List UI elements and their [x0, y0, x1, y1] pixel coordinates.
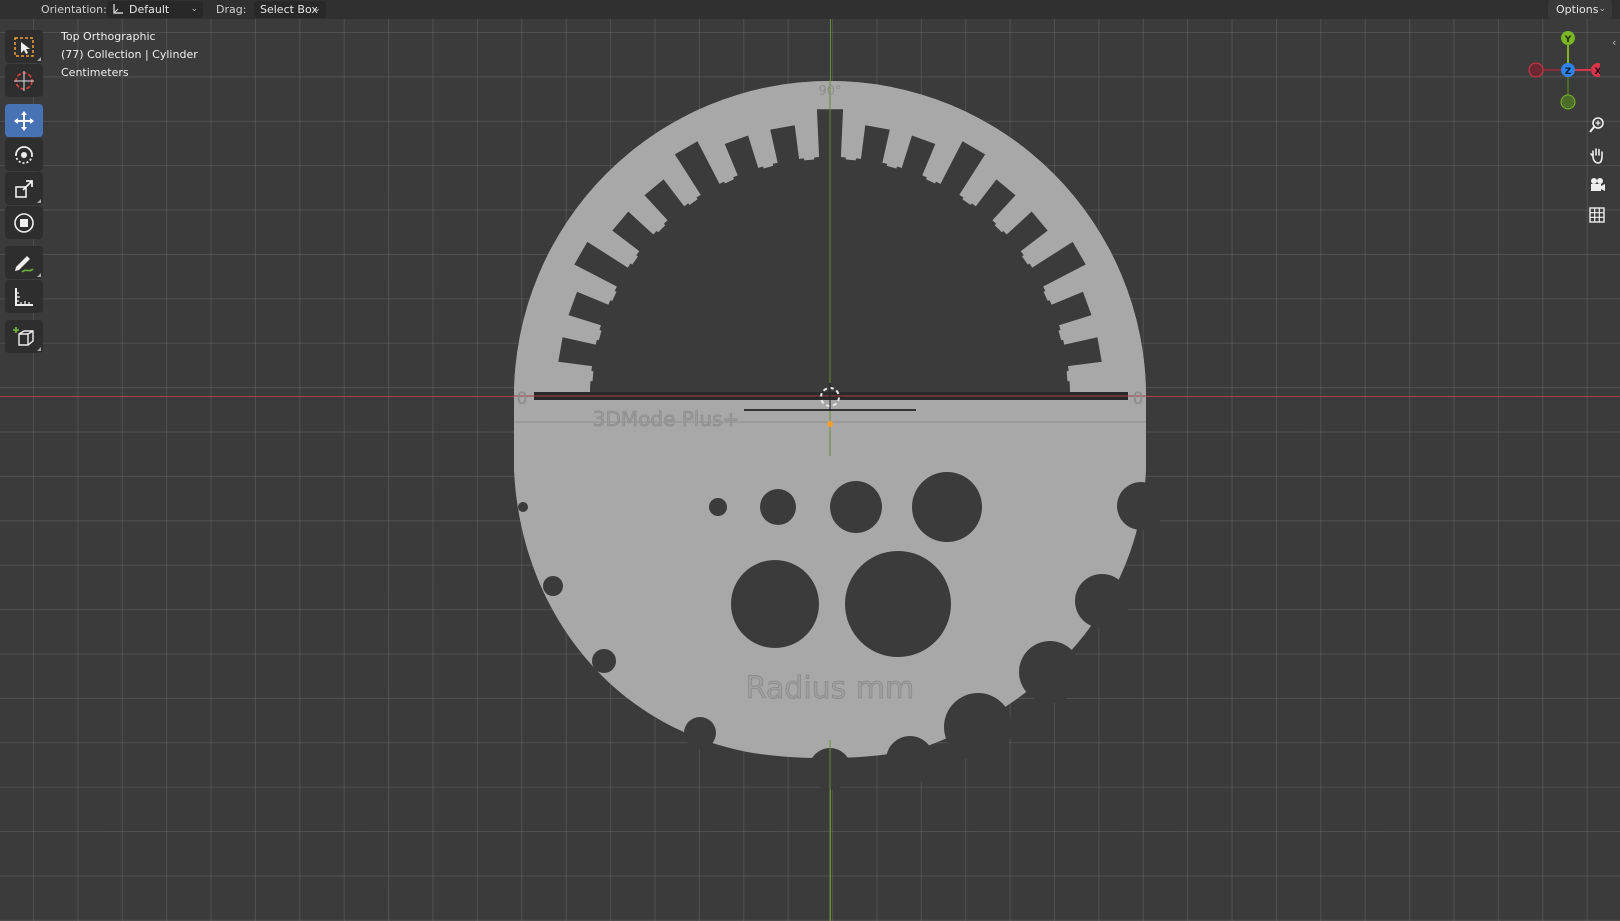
options-button[interactable]: Options ⌄: [1548, 0, 1612, 19]
chevron-down-icon: ⌄: [313, 4, 321, 14]
orientation-dropdown[interactable]: Default ⌄: [107, 1, 203, 18]
cursor-icon: [14, 70, 34, 91]
scale-tool[interactable]: [5, 172, 43, 205]
select-box-icon: [14, 36, 34, 57]
camera-icon: [1591, 178, 1605, 191]
viewport-header: Orientation: Default ⌄ Drag: Select Box …: [0, 0, 1620, 19]
pan-button[interactable]: [1584, 142, 1610, 168]
ortho-toggle-button[interactable]: [1584, 202, 1610, 228]
annotate-icon: [15, 255, 34, 273]
3d-viewport[interactable]: [0, 19, 1620, 921]
zoom-icon: [1589, 117, 1604, 133]
zoom-button[interactable]: [1584, 112, 1610, 138]
drag-value: Select Box: [260, 3, 318, 16]
sidebar-toggle-icon[interactable]: ‹: [1612, 36, 1616, 49]
measure-icon: [15, 287, 33, 306]
camera-view-button[interactable]: [1584, 172, 1610, 198]
y-axis-line: [830, 19, 831, 921]
rotate-icon: [15, 145, 33, 164]
scale-icon: [15, 179, 33, 198]
move-tool[interactable]: [5, 104, 43, 137]
navigation-gizmo[interactable]: Y X Z: [1520, 28, 1600, 116]
annotate-tool[interactable]: [5, 246, 43, 279]
gizmo-neg-x-icon: [1528, 62, 1544, 78]
select-box-tool[interactable]: [5, 30, 43, 63]
gizmo-neg-y-icon: [1560, 94, 1576, 110]
svg-text:X: X: [1595, 67, 1600, 77]
drag-dropdown[interactable]: Select Box ⌄: [254, 1, 326, 18]
transform-tool[interactable]: [5, 206, 43, 239]
transform-icon: [14, 212, 34, 233]
options-label: Options: [1556, 3, 1599, 16]
orientation-value: Default: [129, 3, 170, 16]
orientation-axis-icon: [113, 4, 123, 14]
cursor-tool[interactable]: [5, 64, 43, 97]
hand-pan-icon: [1590, 148, 1603, 164]
svg-text:Y: Y: [1564, 35, 1572, 45]
svg-text:Z: Z: [1565, 67, 1572, 77]
orientation-label: Orientation:: [41, 3, 107, 16]
rotate-tool[interactable]: [5, 138, 43, 171]
measure-tool[interactable]: [5, 280, 43, 313]
add-cube-tool[interactable]: [5, 320, 43, 353]
move-icon: [14, 110, 34, 131]
collection-info: (77) Collection | Cylinder: [61, 48, 198, 61]
chevron-down-icon: ⌄: [190, 4, 198, 14]
chevron-down-icon: ⌄: [1598, 4, 1606, 14]
grid-icon: [1589, 207, 1605, 223]
x-axis-line: [0, 396, 1620, 397]
units-info: Centimeters: [61, 66, 129, 79]
view-name: Top Orthographic: [61, 30, 156, 43]
drag-label: Drag:: [216, 3, 247, 16]
add-cube-icon: [13, 326, 34, 346]
